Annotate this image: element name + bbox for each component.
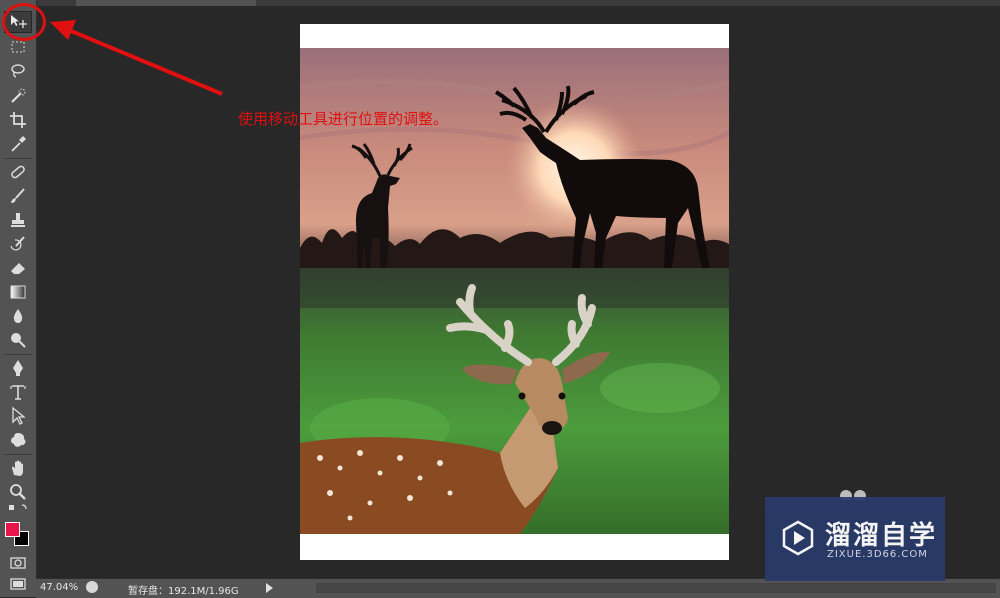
dodge-tool-button[interactable] [4, 329, 32, 351]
eyedropper-icon [11, 136, 26, 152]
status-menu-arrow-icon[interactable] [266, 583, 273, 593]
blur-tool-button[interactable] [4, 305, 32, 327]
fallow-deer-image [300, 268, 729, 534]
eraser-tool-button[interactable] [4, 257, 32, 279]
path-select-tool-button[interactable] [4, 405, 32, 427]
dodge-icon [11, 333, 26, 348]
annotation-arrow-icon [50, 20, 223, 96]
sunset-stag-image [300, 48, 729, 268]
screen-mode-icon [10, 578, 26, 590]
quick-mask-button[interactable] [4, 552, 32, 574]
sunset-stag-photo[interactable] [300, 48, 729, 268]
watermark-badge: 溜溜自学 ZIXUE.3D66.COM [765, 497, 945, 581]
annotation-text: 使用移动工具进行位置的调整。 [238, 110, 449, 128]
history-brush-tool-button[interactable] [4, 233, 32, 255]
gradient-icon [10, 285, 26, 299]
eraser-icon [11, 263, 25, 274]
eyedropper-tool-button[interactable] [4, 133, 32, 155]
quick-mask-icon [10, 557, 26, 569]
status-bar: 47.04% 暂存盘：192.1M/1.96G [36, 578, 1000, 598]
clone-stamp-tool-button[interactable] [4, 209, 32, 231]
hand-tool-button[interactable] [4, 457, 32, 479]
watermark-subtitle: ZIXUE.3D66.COM [827, 549, 928, 560]
horizontal-scrollbar[interactable] [316, 583, 996, 593]
screen-mode-button[interactable] [4, 574, 32, 594]
healing-brush-tool-button[interactable] [4, 161, 32, 183]
scratch-disk-info: 暂存盘：192.1M/1.96G [128, 586, 239, 597]
hand-icon [12, 460, 23, 476]
document-info-icon[interactable] [86, 581, 98, 593]
crop-icon [10, 112, 26, 128]
clone-stamp-icon [11, 213, 25, 227]
brush-tool-button[interactable] [4, 185, 32, 207]
pen-icon [13, 360, 23, 376]
type-tool-button[interactable] [4, 381, 32, 403]
healing-brush-icon [11, 165, 25, 179]
swap-colors-icon [9, 504, 27, 510]
shape-icon [11, 433, 26, 447]
swap-colors-button[interactable] [4, 502, 32, 516]
blur-icon [13, 309, 23, 323]
foreground-color-swatch[interactable] [5, 522, 20, 537]
document-canvas[interactable] [300, 24, 729, 560]
zoom-level[interactable]: 47.04% [40, 582, 78, 593]
type-icon [10, 385, 26, 400]
watermark-title: 溜溜自学 [825, 521, 938, 551]
fallow-deer-photo[interactable] [300, 268, 729, 534]
brush-icon [11, 188, 25, 203]
play-logo-icon [782, 520, 814, 556]
gradient-tool-button[interactable] [4, 281, 32, 303]
shape-tool-button[interactable] [4, 429, 32, 451]
pen-tool-button[interactable] [4, 357, 32, 379]
history-brush-icon [10, 236, 25, 251]
crop-tool-button[interactable] [4, 109, 32, 131]
path-select-icon [12, 406, 26, 425]
